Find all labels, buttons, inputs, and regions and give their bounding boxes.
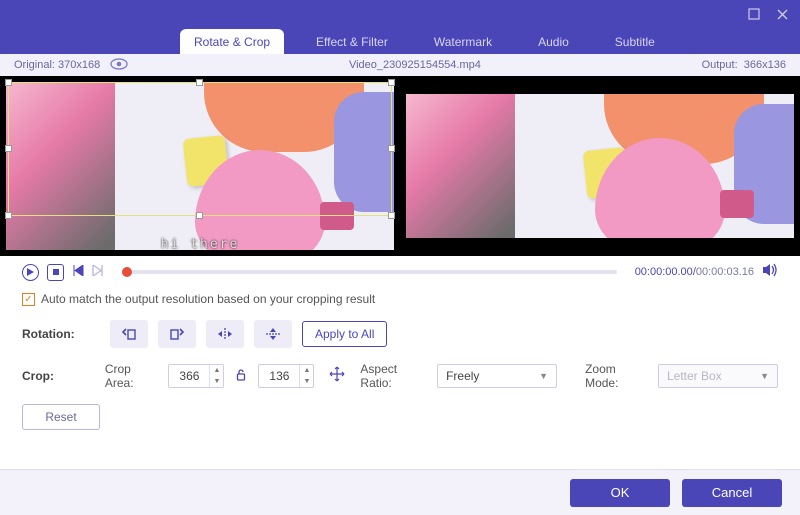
seek-thumb[interactable] — [122, 267, 132, 277]
close-button[interactable] — [770, 4, 794, 24]
crop-height-up[interactable]: ▲ — [300, 365, 313, 376]
reset-row: Reset — [22, 404, 778, 430]
auto-match-label: Auto match the output resolution based o… — [41, 292, 375, 306]
lock-aspect-icon[interactable] — [234, 369, 248, 384]
flip-vertical-button[interactable] — [254, 320, 292, 348]
chevron-down-icon: ▼ — [760, 371, 769, 381]
aspect-ratio-label: Aspect Ratio: — [360, 362, 427, 390]
crop-width-field[interactable]: ▲▼ — [168, 364, 224, 388]
prev-frame-button[interactable] — [72, 265, 84, 279]
output-label: Output: — [702, 59, 738, 71]
crop-area-label: Crop Area: — [105, 362, 159, 390]
tab-bar: Rotate & Crop Effect & Filter Watermark … — [0, 28, 800, 54]
preview-eye-icon[interactable] — [110, 57, 128, 73]
crop-width-input[interactable] — [169, 369, 209, 383]
time-current: 00:00:00.00 — [635, 266, 693, 278]
original-label: Original: — [14, 59, 55, 71]
volume-icon[interactable] — [762, 263, 778, 281]
zoom-mode-label: Zoom Mode: — [585, 362, 648, 390]
tab-audio[interactable]: Audio — [524, 29, 583, 54]
filename: Video_230925154554.mp4 — [349, 59, 481, 71]
tab-effect-filter[interactable]: Effect & Filter — [302, 29, 402, 54]
auto-match-checkbox[interactable]: ✓ — [22, 293, 35, 306]
ok-button[interactable]: OK — [570, 479, 670, 507]
crop-row: Crop: Crop Area: ▲▼ ▲▼ Aspect Ratio: Fre… — [22, 362, 778, 390]
player-bar: 00:00:00.00/00:00:03.16 — [0, 256, 800, 288]
aspect-ratio-select[interactable]: Freely ▼ — [437, 364, 557, 388]
crop-width-up[interactable]: ▲ — [210, 365, 223, 376]
next-frame-button[interactable] — [92, 265, 104, 279]
zoom-mode-select: Letter Box ▼ — [658, 364, 778, 388]
video-caption: hi there — [161, 237, 240, 252]
settings-panel: ✓ Auto match the output resolution based… — [0, 288, 800, 430]
tab-rotate-crop[interactable]: Rotate & Crop — [180, 29, 284, 54]
aspect-ratio-value: Freely — [446, 369, 479, 383]
auto-match-row: ✓ Auto match the output resolution based… — [22, 292, 778, 306]
title-bar — [0, 0, 800, 28]
crop-height-down[interactable]: ▼ — [300, 376, 313, 387]
output-value: 366x136 — [744, 59, 786, 71]
minimize-button[interactable] — [742, 4, 766, 24]
time-display: 00:00:00.00/00:00:03.16 — [635, 266, 754, 278]
crop-height-field[interactable]: ▲▼ — [258, 364, 314, 388]
crop-position-icon[interactable] — [324, 365, 350, 388]
zoom-mode-value: Letter Box — [667, 369, 722, 383]
crop-width-down[interactable]: ▼ — [210, 376, 223, 387]
stop-button[interactable] — [47, 264, 64, 281]
rotate-right-button[interactable] — [158, 320, 196, 348]
dialog-footer: OK Cancel — [0, 469, 800, 515]
tab-watermark[interactable]: Watermark — [420, 29, 506, 54]
flip-horizontal-button[interactable] — [206, 320, 244, 348]
chevron-down-icon: ▼ — [539, 371, 548, 381]
seek-slider[interactable] — [122, 270, 617, 274]
tab-subtitle[interactable]: Subtitle — [601, 29, 669, 54]
crop-height-input[interactable] — [259, 369, 299, 383]
status-bar: Original: 370x168 Video_230925154554.mp4… — [0, 54, 800, 76]
rotation-row: Rotation: Apply to All — [22, 320, 778, 348]
time-total: 00:00:03.16 — [696, 266, 754, 278]
preview-area: hi there — [0, 76, 800, 256]
original-value: 370x168 — [58, 59, 100, 71]
apply-to-all-button[interactable]: Apply to All — [302, 321, 387, 347]
preview-output — [400, 76, 800, 256]
play-button[interactable] — [22, 264, 39, 281]
crop-label: Crop: — [22, 369, 95, 383]
preview-original[interactable]: hi there — [0, 76, 400, 256]
cancel-button[interactable]: Cancel — [682, 479, 782, 507]
rotate-left-button[interactable] — [110, 320, 148, 348]
rotation-label: Rotation: — [22, 327, 100, 341]
reset-button[interactable]: Reset — [22, 404, 100, 430]
